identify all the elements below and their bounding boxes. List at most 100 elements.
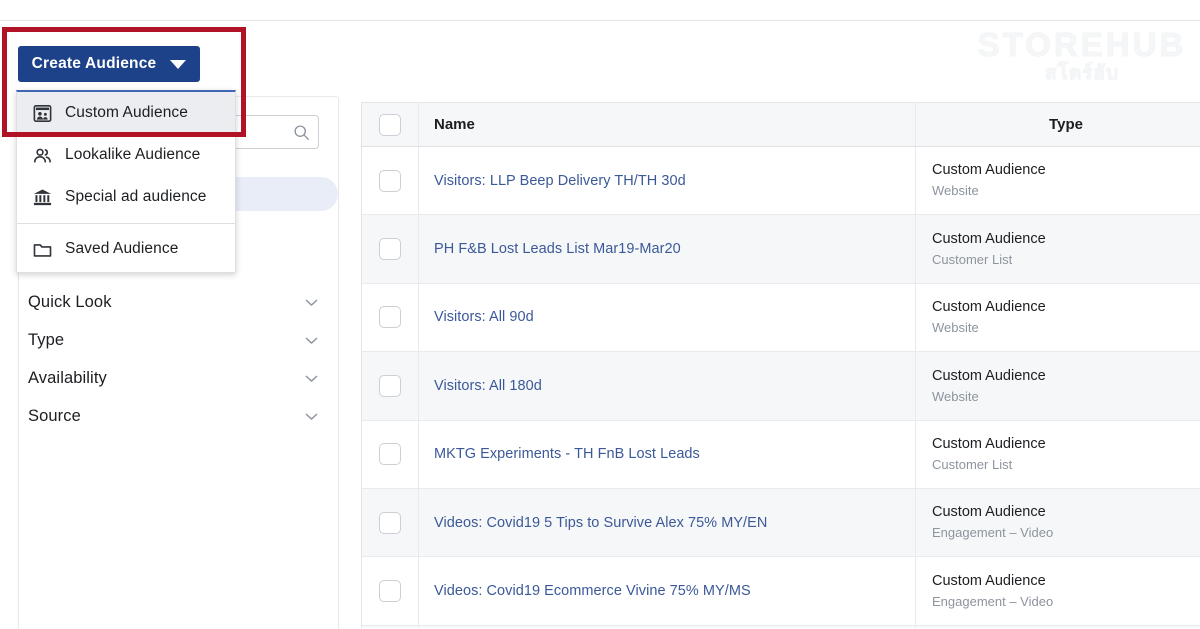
row-checkbox[interactable] bbox=[379, 238, 401, 261]
window-people-icon bbox=[31, 102, 53, 124]
row-checkbox[interactable] bbox=[379, 443, 401, 466]
row-checkbox[interactable] bbox=[379, 169, 401, 192]
row-select-cell[interactable] bbox=[362, 147, 419, 215]
row-name-cell: MKTG Experiments - TH FnB Lost Leads bbox=[419, 420, 916, 488]
table-row[interactable]: PH F&B Lost Leads List Mar19-Mar20 Custo… bbox=[362, 215, 1200, 284]
menu-divider bbox=[17, 223, 235, 224]
row-name-cell: PH F&B Lost Leads List Mar19-Mar20 bbox=[419, 215, 916, 283]
audience-subtype: Website bbox=[932, 320, 979, 336]
row-type-cell: Custom Audience Engagement – Video bbox=[916, 557, 1200, 624]
row-type-cell: Custom Audience Website bbox=[916, 147, 1200, 214]
menu-item-label: Custom Audience bbox=[65, 104, 188, 121]
audience-type: Custom Audience bbox=[932, 436, 1046, 452]
row-type-cell: Custom Audience Website bbox=[916, 284, 1200, 351]
filter-label: Source bbox=[28, 406, 81, 425]
create-audience-dropdown-menu: Custom Audience Lookalike Audience Speci… bbox=[16, 90, 236, 273]
chevron-down-icon bbox=[303, 332, 320, 349]
row-type-cell: Custom Audience Customer List bbox=[916, 215, 1200, 282]
row-checkbox[interactable] bbox=[379, 374, 401, 397]
menu-item-lookalike-audience[interactable]: Lookalike Audience bbox=[17, 134, 235, 176]
chevron-down-icon bbox=[303, 370, 320, 387]
filter-label: Quick Look bbox=[28, 292, 112, 311]
row-checkbox[interactable] bbox=[379, 580, 401, 603]
bank-icon bbox=[31, 186, 53, 208]
select-all-cell[interactable] bbox=[362, 103, 419, 146]
row-select-cell[interactable] bbox=[362, 557, 419, 625]
row-select-cell[interactable] bbox=[362, 215, 419, 283]
search-icon bbox=[293, 124, 310, 141]
audience-name-link[interactable]: MKTG Experiments - TH FnB Lost Leads bbox=[434, 446, 700, 462]
row-type-cell: Custom Audience Website bbox=[916, 352, 1200, 419]
column-header-label: Name bbox=[434, 116, 475, 133]
row-checkbox[interactable] bbox=[379, 511, 401, 534]
menu-item-label: Lookalike Audience bbox=[65, 146, 201, 163]
audience-subtype: Engagement – Video bbox=[932, 525, 1054, 541]
audience-type: Custom Audience bbox=[932, 162, 1046, 179]
table-row[interactable]: Visitors: All 180d Custom Audience Websi… bbox=[362, 352, 1200, 421]
watermark-main-text: STOREHUB bbox=[977, 26, 1187, 63]
column-header-label: Type bbox=[1049, 116, 1083, 133]
create-audience-label: Create Audience bbox=[31, 55, 157, 72]
audience-type: Custom Audience bbox=[932, 504, 1046, 521]
audience-subtype: Customer List bbox=[932, 251, 1013, 267]
row-type-cell: Custom Audience Customer List bbox=[916, 421, 1200, 488]
filter-label: Availability bbox=[28, 368, 107, 387]
watermark-sub-text: สโตร์ฮับ bbox=[1044, 63, 1119, 85]
row-name-cell: Visitors: LLP Beep Delivery TH/TH 30d bbox=[419, 147, 916, 215]
menu-item-custom-audience[interactable]: Custom Audience bbox=[17, 92, 235, 134]
audience-subtype: Customer List bbox=[932, 457, 1013, 473]
audience-name-link[interactable]: Visitors: LLP Beep Delivery TH/TH 30d bbox=[434, 173, 686, 189]
audience-type: Custom Audience bbox=[932, 572, 1046, 589]
folder-icon bbox=[31, 238, 53, 260]
row-select-cell[interactable] bbox=[362, 420, 419, 488]
audience-type: Custom Audience bbox=[932, 299, 1046, 316]
select-all-checkbox[interactable] bbox=[379, 113, 401, 136]
chevron-down-icon bbox=[303, 294, 320, 311]
chevron-down-icon bbox=[303, 408, 320, 425]
table-row[interactable]: Visitors: LLP Beep Delivery TH/TH 30d Cu… bbox=[362, 147, 1200, 216]
row-name-cell: Visitors: All 90d bbox=[419, 283, 916, 352]
audience-type: Custom Audience bbox=[932, 367, 1046, 384]
column-header-name[interactable]: Name bbox=[419, 103, 916, 146]
row-select-cell[interactable] bbox=[362, 283, 419, 352]
menu-item-saved-audience[interactable]: Saved Audience bbox=[17, 228, 235, 270]
audience-name-link[interactable]: Videos: Covid19 5 Tips to Survive Alex 7… bbox=[434, 515, 767, 531]
menu-item-label: Special ad audience bbox=[65, 188, 207, 205]
two-people-icon bbox=[31, 144, 53, 166]
audience-name-link[interactable]: Visitors: All 180d bbox=[434, 378, 542, 394]
menu-item-label: Saved Audience bbox=[65, 240, 179, 257]
menu-item-special-ad-audience[interactable]: Special ad audience bbox=[17, 176, 235, 218]
audience-subtype: Website bbox=[932, 183, 979, 199]
column-header-type[interactable]: Type bbox=[916, 103, 1200, 146]
audience-name-link[interactable]: PH F&B Lost Leads List Mar19-Mar20 bbox=[434, 241, 681, 257]
top-divider bbox=[0, 20, 1200, 21]
filter-section-type[interactable]: Type bbox=[19, 321, 338, 359]
table-row[interactable]: Visitors: All 90d Custom Audience Websit… bbox=[362, 283, 1200, 353]
table-row[interactable]: MKTG Experiments - TH FnB Lost Leads Cus… bbox=[362, 420, 1200, 489]
table-header-row: Name Type bbox=[362, 103, 1200, 147]
filter-label: Type bbox=[28, 330, 65, 349]
row-select-cell[interactable] bbox=[362, 352, 419, 420]
filter-section-availability[interactable]: Availability bbox=[19, 359, 338, 397]
row-name-cell: Videos: Covid19 5 Tips to Survive Alex 7… bbox=[419, 488, 916, 557]
row-select-cell[interactable] bbox=[362, 488, 419, 557]
filter-sections: Quick Look Type Availability Source bbox=[19, 283, 338, 435]
audiences-table: Name Type Visitors: LLP Beep Delivery TH… bbox=[361, 102, 1200, 628]
filter-section-quick-look[interactable]: Quick Look bbox=[19, 283, 338, 321]
row-type-cell: Custom Audience Engagement – Video bbox=[916, 489, 1200, 556]
audience-subtype: Website bbox=[932, 388, 979, 404]
chevron-down-icon bbox=[170, 59, 187, 69]
create-audience-button[interactable]: Create Audience bbox=[18, 46, 200, 82]
row-name-cell: Visitors: All 180d bbox=[419, 352, 916, 420]
page-root: STOREHUB สโตร์ฮับ nc... Quick Look Ty bbox=[0, 0, 1200, 629]
audience-name-link[interactable]: Visitors: All 90d bbox=[434, 309, 534, 325]
table-row[interactable]: Videos: Covid19 Ecommerce Vivine 75% MY/… bbox=[362, 557, 1200, 626]
audience-name-link[interactable]: Videos: Covid19 Ecommerce Vivine 75% MY/… bbox=[434, 583, 751, 599]
audience-subtype: Engagement – Video bbox=[932, 593, 1054, 609]
audience-type: Custom Audience bbox=[932, 230, 1046, 247]
filter-section-source[interactable]: Source bbox=[19, 397, 338, 435]
row-name-cell: Videos: Covid19 Ecommerce Vivine 75% MY/… bbox=[419, 557, 916, 625]
table-row[interactable]: Videos: Covid19 5 Tips to Survive Alex 7… bbox=[362, 488, 1200, 558]
storehub-watermark: STOREHUB สโตร์ฮับ bbox=[972, 28, 1192, 86]
row-checkbox[interactable] bbox=[379, 306, 401, 329]
